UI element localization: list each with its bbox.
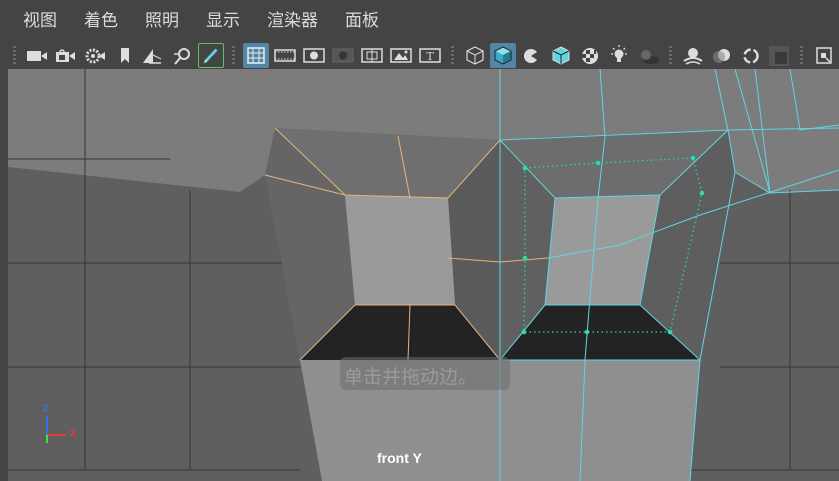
bookmark-icon[interactable] (112, 43, 138, 68)
toolbar-separator (669, 46, 672, 65)
toolbar-separator (451, 46, 454, 65)
toolbar-separator (232, 46, 235, 65)
panel-toolbar: T (0, 42, 839, 69)
svg-text:T: T (426, 50, 434, 63)
isolate-select-icon[interactable] (811, 43, 837, 68)
menu-shading[interactable]: 着色 (84, 10, 118, 32)
use-all-lights-icon[interactable] (606, 43, 632, 68)
grid-icon[interactable] (243, 43, 269, 68)
image-plane-icon[interactable] (139, 43, 165, 68)
wireframe-icon[interactable] (462, 43, 488, 68)
viewport-3d[interactable]: 单击并拖动边。 front Y z x (8, 69, 839, 481)
multisample-antialiasing-icon[interactable] (738, 43, 764, 68)
camera-lock-icon[interactable] (53, 43, 79, 68)
film-gate-icon[interactable] (272, 43, 298, 68)
gate-mask-icon[interactable] (330, 43, 356, 68)
camera-attributes-icon[interactable] (82, 43, 108, 68)
default-material-icon[interactable] (519, 43, 545, 68)
drag-hint-text: 单击并拖动边。 (344, 366, 478, 388)
safe-title-icon[interactable]: T (417, 43, 443, 68)
safe-action-icon[interactable] (388, 43, 414, 68)
axis-x-label: x (70, 427, 77, 439)
menu-show[interactable]: 显示 (206, 10, 240, 32)
checker-texture-icon[interactable] (577, 43, 603, 68)
menu-panels[interactable]: 面板 (345, 10, 379, 32)
menu-view[interactable]: 视图 (23, 10, 57, 32)
textured-icon[interactable] (548, 43, 574, 68)
motion-blur-icon[interactable] (709, 43, 735, 68)
toolbar-separator (13, 46, 16, 65)
camera-name-label: front Y (377, 450, 422, 466)
shaded-wireframe-icon[interactable] (490, 43, 516, 68)
axis-z-label: z (43, 402, 49, 414)
resolution-gate-icon[interactable] (301, 43, 327, 68)
toolbar-separator (800, 46, 803, 65)
select-camera-icon[interactable] (24, 43, 50, 68)
drag-hint-tooltip: 单击并拖动边。 (340, 357, 510, 390)
screen-space-ambient-occlusion-icon[interactable] (680, 43, 706, 68)
menu-renderer[interactable]: 渲染器 (267, 10, 318, 32)
2d-pan-zoom-icon[interactable] (170, 43, 196, 68)
panel-menu-bar: 视图 着色 照明 显示 渲染器 面板 (0, 0, 839, 42)
view-axis-indicator: z x (36, 402, 86, 447)
menu-lighting[interactable]: 照明 (145, 10, 179, 32)
field-chart-icon[interactable] (359, 43, 385, 68)
shadows-icon[interactable] (635, 43, 661, 68)
viewport-scene[interactable] (8, 69, 839, 481)
grease-pencil-icon[interactable] (198, 43, 224, 68)
depth-of-field-icon[interactable] (766, 43, 792, 68)
maya-viewport-panel: 视图 着色 照明 显示 渲染器 面板 T 单击并拖动边。 front Y z x (0, 0, 839, 481)
